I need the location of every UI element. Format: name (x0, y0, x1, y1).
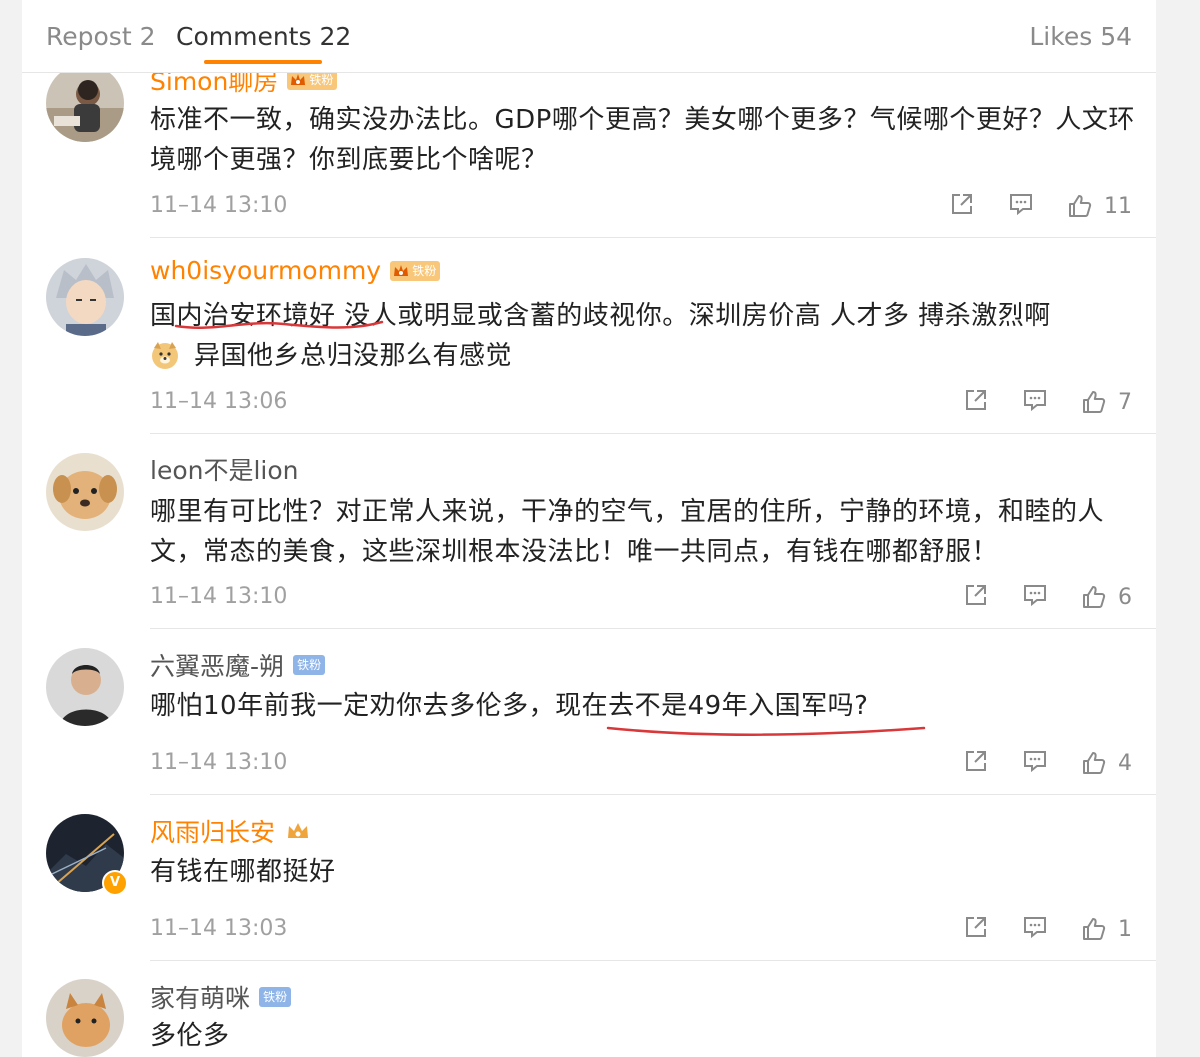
divider (150, 628, 1156, 629)
comment-text-line: 异国他乡总归没那么有感觉 (150, 336, 1140, 376)
comment-text-line2: 异国他乡总归没那么有感觉 (194, 341, 513, 371)
fan-badge-label: 铁粉 (309, 73, 334, 87)
comment-time: 11–14 13:03 (150, 916, 288, 941)
fan-badge-label: 铁粉 (263, 990, 288, 1004)
crown-icon (291, 74, 306, 85)
thumbs-up-icon (1068, 195, 1092, 217)
divider (150, 237, 1156, 238)
like-button[interactable]: 1 (1081, 916, 1132, 942)
username[interactable]: 家有萌咪 (150, 979, 250, 1015)
thumbs-up-icon (1082, 391, 1106, 413)
comment-actions: 1 (935, 914, 1132, 944)
comment-icon[interactable] (1022, 387, 1048, 417)
comment-text: 有钱在哪都挺好 (150, 857, 336, 887)
share-icon[interactable] (963, 582, 989, 612)
thumbs-up-icon (1082, 918, 1106, 940)
divider (150, 433, 1156, 434)
comment-actions: 4 (935, 748, 1132, 778)
username[interactable]: 六翼恶魔-朔 (150, 647, 284, 683)
comments-panel: Repost 2 Comments 22 Likes 54 Simon聊房 铁粉… (22, 0, 1156, 1057)
tab-likes[interactable]: Likes 54 (1029, 22, 1132, 51)
verified-badge-icon: V (102, 870, 128, 896)
tab-repost[interactable]: Repost 2 (46, 22, 155, 51)
comment-time: 11–14 13:10 (150, 193, 288, 218)
red-underline-mark (606, 726, 926, 736)
like-count: 11 (1104, 193, 1132, 219)
active-tab-indicator (204, 60, 322, 64)
comment-text: 多伦多 (150, 1021, 230, 1051)
crown-icon (288, 823, 309, 838)
like-count: 6 (1118, 584, 1132, 610)
avatar[interactable] (46, 258, 124, 336)
divider (150, 960, 1156, 961)
comment-actions: 6 (935, 582, 1132, 612)
like-button[interactable]: 4 (1081, 750, 1132, 776)
username[interactable]: wh0isyourmommy (150, 256, 381, 285)
tab-bar: Repost 2 Comments 22 Likes 54 (22, 0, 1156, 73)
fan-badge-label: 铁粉 (297, 658, 322, 672)
like-count: 7 (1118, 389, 1132, 415)
like-button[interactable]: 7 (1081, 389, 1132, 415)
avatar[interactable]: V (46, 814, 128, 896)
comment-icon[interactable] (1022, 914, 1048, 944)
username-row: 风雨归长安 (150, 813, 310, 847)
username-row: 六翼恶魔-朔 铁粉 (150, 647, 326, 683)
fan-badge: 铁粉 (287, 70, 338, 90)
red-underline-mark (174, 320, 384, 329)
fan-badge: 铁粉 (259, 987, 292, 1007)
username[interactable]: leon不是lion (150, 451, 299, 487)
share-icon[interactable] (963, 914, 989, 944)
username-row: leon不是lion (150, 451, 299, 485)
crown-icon (394, 264, 409, 276)
share-icon[interactable] (949, 191, 975, 221)
avatar-photo-icon (46, 64, 124, 142)
avatar[interactable] (46, 453, 124, 531)
thumbs-up-icon (1082, 586, 1106, 608)
avatar-photo-icon (46, 648, 124, 726)
fan-badge: 铁粉 (293, 655, 326, 675)
comment-time: 11–14 13:10 (150, 584, 288, 609)
username[interactable]: 风雨归长安 (150, 813, 275, 849)
like-count: 1 (1118, 916, 1132, 942)
comment-text: 国内治安环境好 没人或明显或含蓄的歧视你。深圳房价高 人才多 搏杀激烈啊 异国他… (150, 296, 1140, 376)
comment-actions: 11 (921, 191, 1132, 221)
share-icon[interactable] (963, 748, 989, 778)
share-icon[interactable] (963, 387, 989, 417)
avatar[interactable] (46, 648, 124, 726)
like-count: 4 (1118, 750, 1132, 776)
comment-icon[interactable] (1008, 191, 1034, 221)
like-button[interactable]: 11 (1067, 193, 1132, 219)
like-button[interactable]: 6 (1081, 584, 1132, 610)
avatar-puppy-icon (46, 453, 124, 531)
comment-time: 11–14 13:10 (150, 750, 288, 775)
username-row: wh0isyourmommy 铁粉 (150, 256, 441, 290)
avatar[interactable] (46, 979, 124, 1057)
avatar[interactable] (46, 64, 124, 142)
comment-actions: 7 (935, 387, 1132, 417)
tab-comments[interactable]: Comments 22 (176, 22, 351, 51)
comment-icon[interactable] (1022, 582, 1048, 612)
comment-text: 哪里有可比性？对正常人来说，干净的空气，宜居的住所，宁静的环境，和睦的人文，常态… (150, 497, 1105, 567)
avatar-cat-icon (46, 979, 124, 1057)
fan-badge: 铁粉 (390, 260, 441, 281)
comment-time: 11–14 13:06 (150, 389, 288, 414)
comment-text: 标准不一致，确实没办法比。GDP哪个更高？美女哪个更多？气候哪个更好？人文环境哪… (150, 105, 1135, 175)
thumbs-up-icon (1082, 752, 1106, 774)
comment-icon[interactable] (1022, 748, 1048, 778)
fan-badge-label: 铁粉 (412, 263, 437, 278)
divider (150, 794, 1156, 795)
avatar-anime-icon (46, 258, 124, 336)
doge-emoji-icon (152, 342, 178, 369)
username-row: 家有萌咪 铁粉 (150, 979, 292, 1015)
